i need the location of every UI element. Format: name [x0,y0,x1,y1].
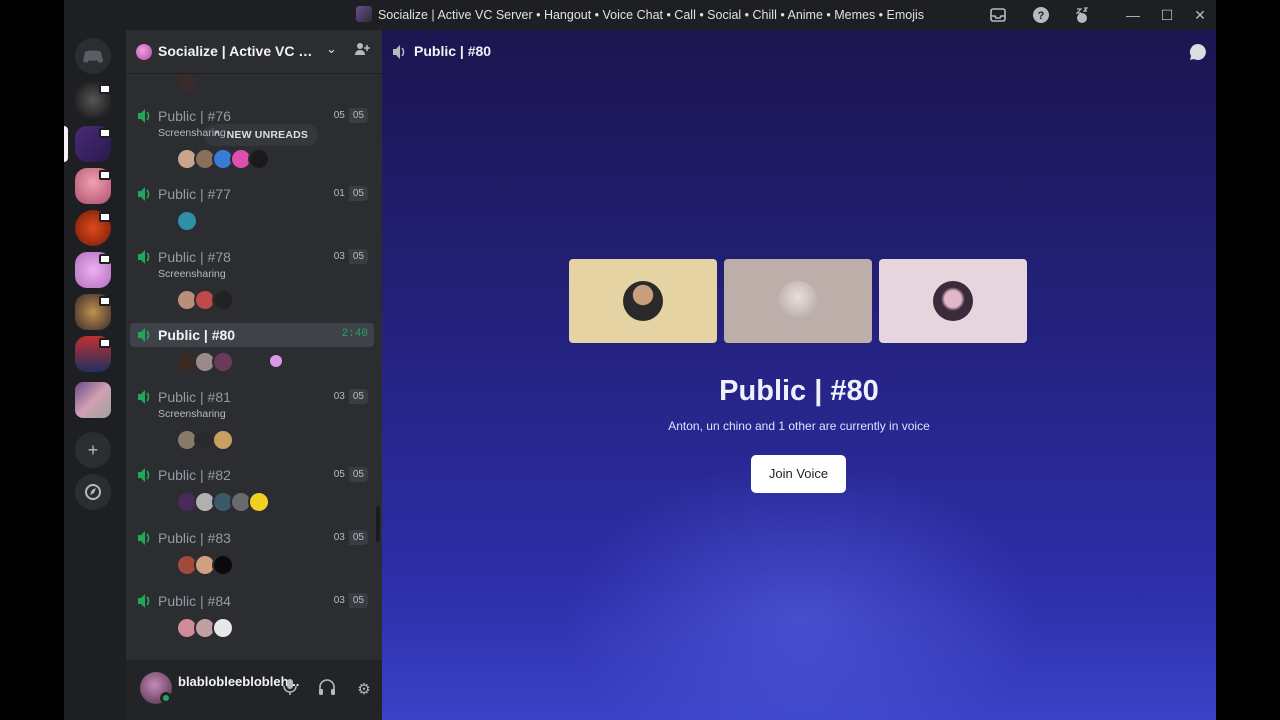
user-panel: blablobleeblobleh... ⚙ [126,660,382,720]
chat-bubble-icon[interactable] [1188,42,1208,62]
title-bar: Socialize | Active VC Server • Hangout •… [64,0,1216,30]
minimize-button[interactable]: — [1116,0,1150,30]
voice-channel[interactable]: Public | #76 05 05 Screensharing [130,104,374,172]
inbox-icon[interactable] [989,6,1007,24]
voice-channel[interactable]: Public | #84 03 05 [130,589,374,643]
user-count: 03 05 [329,530,368,545]
server-name: Socialize | Active VC Se... [158,43,318,59]
participant-tile[interactable] [724,259,872,343]
speaker-icon [138,594,150,608]
online-status-icon [160,692,172,704]
cursor-indicator [270,355,282,367]
join-voice-button[interactable]: Join Voice [751,455,846,493]
settings-gear-icon[interactable]: ⚙ [352,678,376,702]
speaker-icon [138,468,150,482]
user-count: 03 05 [329,389,368,404]
voice-status-text: Anton, un chino and 1 other are currentl… [668,419,930,433]
voice-channel-view: Public | #80 Public | #80 Anton, un chin… [382,30,1216,720]
headphones-icon[interactable] [315,678,339,702]
channel-name: Public | #80 [158,327,236,343]
channel-name: Public | #81 [158,389,231,405]
user-count: 03 05 [329,593,368,608]
voice-channel-selected[interactable]: Public | #80 2:40 [130,323,374,377]
server-boost-icon [136,44,152,60]
window-title: Socialize | Active VC Server • Hangout •… [377,8,925,22]
letterbox-left [0,0,64,720]
channel-activity: Screensharing [158,268,226,280]
server-header[interactable]: Socialize | Active VC Se... ⌄ [126,30,382,74]
channel-header: Public | #80 [382,30,1216,74]
speaker-icon [138,328,150,342]
user-count: 05 05 [329,467,368,482]
speaker-icon [138,531,150,545]
participant-tile[interactable] [879,259,1027,343]
channel-name: Public | #76 [158,108,231,124]
member-avatars [176,491,270,513]
member-avatars [176,554,234,576]
letterbox-right [1216,0,1280,720]
app-window: Socialize | Active VC Server • Hangout •… [64,0,1216,720]
member-avatars [176,289,234,311]
participant-tile[interactable] [569,259,717,343]
user-count: 03 05 [329,249,368,264]
speaker-icon [138,109,150,123]
help-icon[interactable]: ? [1032,6,1050,24]
user-count: 05 05 [329,108,368,123]
voice-channel[interactable]: Public | #78 03 05 Screensharing [130,245,374,313]
channel-name: Public | #77 [158,186,231,202]
invite-people-icon[interactable] [354,41,370,62]
svg-text:?: ? [1038,10,1045,22]
channel-list: ^ NEW UNREADS Public | #76 05 05 Screensh… [126,74,382,660]
voice-channel[interactable]: Public | #83 03 05 [130,526,374,580]
speaker-icon [393,45,405,59]
participant-tiles [569,259,1027,343]
microphone-icon[interactable] [278,678,302,702]
direct-messages-icon[interactable] [75,38,111,74]
member-avatars [176,351,234,373]
channel-name: Public | #82 [158,467,231,483]
server-rail: + [64,30,126,720]
user-count: 01 05 [329,186,368,201]
member-avatars [176,617,234,639]
participant-avatar [778,281,818,321]
server-icon [355,6,372,22]
maximize-button[interactable]: ☐ [1150,0,1184,30]
participant-avatar [623,281,663,321]
add-server-button[interactable]: + [75,432,111,468]
voice-channel[interactable]: Public | #81 03 05 Screensharing [130,385,374,453]
voice-channel-title: Public | #80 [719,375,879,407]
channel-title: Public | #80 [414,43,492,59]
close-button[interactable]: ✕ [1183,0,1216,30]
participant-avatar [933,281,973,321]
member-avatars [176,429,234,451]
server-folder[interactable] [75,382,111,418]
channel-scrollbar[interactable] [376,506,380,542]
member-avatars [176,148,270,170]
channel-sidebar: Socialize | Active VC Se... ⌄ ^ NEW UNRE… [126,30,382,720]
channel-activity: Screensharing [158,408,226,420]
explore-servers-icon[interactable] [75,474,111,510]
selected-server-pill [64,126,68,162]
member-avatar [176,74,198,94]
member-avatars [176,210,198,232]
unread-badge [99,84,111,94]
speaker-icon [138,250,150,264]
voice-channel[interactable]: Public | #77 01 05 [130,182,374,234]
channel-name: Public | #78 [158,249,231,265]
call-timer: 2:40 [341,328,368,340]
speaker-icon [138,390,150,404]
channel-name: Public | #84 [158,593,231,609]
voice-channel[interactable]: Public | #82 05 05 [130,463,374,517]
chevron-down-icon[interactable]: ⌄ [326,41,337,57]
channel-activity: Screensharing [158,127,226,139]
speaker-icon [138,187,150,201]
notification-icon[interactable] [1073,6,1091,24]
channel-name: Public | #83 [158,530,231,546]
